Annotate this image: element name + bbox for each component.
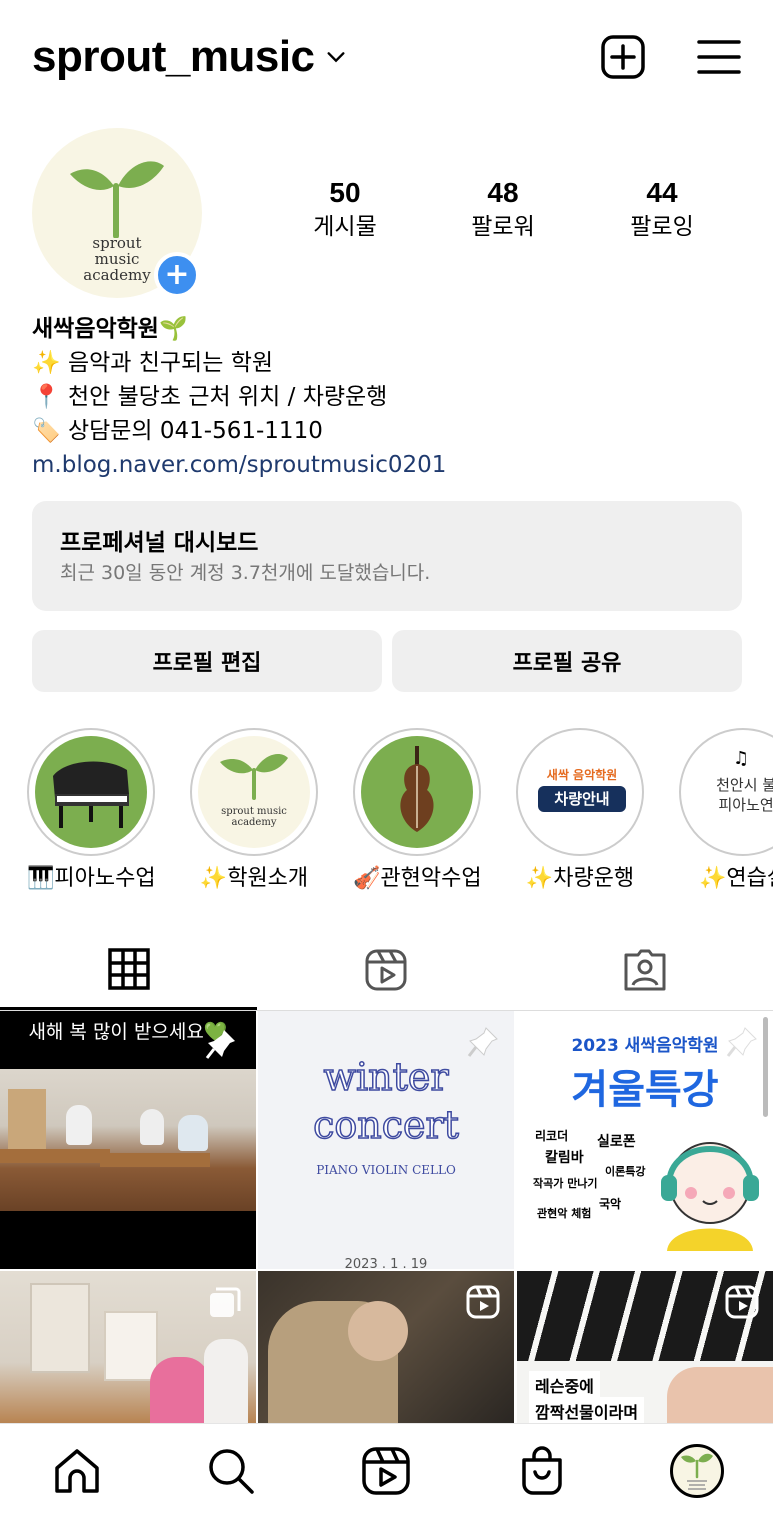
highlight-label: 🎹피아노수업 [27, 866, 156, 891]
highlight-practice-room[interactable]: ♫ 천안시 불당 피아노연습 ✨연습실 [679, 728, 773, 896]
child-with-headphones-illustration [661, 1142, 759, 1251]
profile-bio: 새싹음악학원🌱 ✨ 음악과 친구되는 학원 📍 천안 불당초 근처 위치 / 차… [32, 312, 446, 482]
bio-line: 📍 천안 불당초 근처 위치 / 차량운행 [32, 384, 388, 410]
post-caption: 레슨중에 [529, 1371, 600, 1399]
chevron-down-icon [326, 52, 345, 63]
highlight-piano[interactable]: 🎹피아노수업 [27, 728, 156, 896]
sprout-logo-icon [681, 1453, 713, 1490]
bio-line: 🏷️ 상담문의 041-561-1110 [32, 418, 323, 444]
highlight-label: 🎻관현악수업 [353, 866, 482, 891]
post-item: 칼림바 [545, 1150, 584, 1166]
shuttle-badge-sub: 차량안내 [538, 786, 626, 812]
reels-icon [466, 1285, 500, 1319]
highlight-label: ✨학원소개 [199, 866, 309, 891]
post-thumbnail[interactable]: 레슨중에 깜짝선물이라며 [517, 1271, 773, 1423]
dashboard-subtitle: 최근 30일 동안 계정 3.7천개에 도달했습니다. [60, 562, 431, 584]
grid-icon [107, 947, 150, 990]
post-item: 작곡가 만나기 [533, 1177, 598, 1190]
tagged-person-icon [624, 949, 665, 991]
post-date: 2023 . 1 . 19 [344, 1257, 428, 1269]
stat-followers[interactable]: 48 팔로워 [433, 176, 573, 244]
highlight-card-text: 천안시 불당 [716, 776, 773, 794]
professional-dashboard[interactable]: 프로페셔널 대시보드 최근 30일 동안 계정 3.7천개에 도달했습니다. [32, 501, 742, 611]
pin-icon [726, 1027, 757, 1057]
add-story-button[interactable]: + [154, 252, 200, 298]
reels-icon [365, 949, 406, 991]
post-item: 이론특강 [605, 1165, 646, 1178]
reels-icon[interactable] [361, 1446, 411, 1496]
post-thumbnail[interactable] [0, 1271, 256, 1423]
posts-grid: 새해 복 많이 받으세요💚 winter concert PIANO VIOLI… [0, 1011, 773, 1423]
highlight-card-text: 피아노연습 [718, 796, 773, 814]
highlight-logo-text: sprout music academy [221, 806, 287, 828]
profile-link[interactable]: m.blog.naver.com/sproutmusic0201 [32, 448, 446, 482]
edit-profile-button[interactable]: 프로필 편집 [32, 630, 382, 692]
post-thumbnail[interactable]: 2023 새싹음악학원 겨울특강 리코더 실로폰 칼림바 이론특강 작곡가 만나… [517, 1011, 773, 1269]
bottom-navigation [0, 1423, 773, 1515]
post-thumbnail[interactable] [258, 1271, 514, 1423]
highlight-strings[interactable]: 🎻관현악수업 [353, 728, 482, 896]
stat-following[interactable]: 44 팔로잉 [592, 176, 732, 244]
highlight-intro[interactable]: sprout music academy ✨학원소개 [190, 728, 318, 896]
bio-line: ✨ 음악과 친구되는 학원 [32, 350, 274, 376]
tab-reels[interactable] [257, 930, 514, 1010]
highlight-label: ✨연습실 [698, 866, 773, 891]
profile-nav-avatar[interactable] [670, 1444, 724, 1498]
pin-icon [467, 1027, 498, 1057]
post-item: 관현악 체험 [537, 1207, 592, 1220]
pin-icon [205, 1030, 235, 1059]
stat-posts[interactable]: 50 게시물 [275, 176, 415, 244]
sprout-logo-icon [220, 754, 288, 800]
menu-icon[interactable] [696, 34, 742, 80]
post-item: 리코더 [535, 1129, 569, 1143]
dashboard-title: 프로페셔널 대시보드 [60, 530, 259, 556]
highlight-label: ✨차량운행 [525, 866, 635, 891]
music-note-icon: ♫ [733, 748, 750, 769]
post-thumbnail[interactable]: 새해 복 많이 받으세요💚 [0, 1011, 256, 1269]
search-icon[interactable] [206, 1446, 256, 1496]
carousel-icon [210, 1287, 241, 1317]
add-post-icon[interactable] [600, 34, 646, 80]
post-title: concert [312, 1102, 459, 1148]
scrollbar[interactable] [763, 1017, 768, 1117]
post-thumbnail[interactable]: winter concert PIANO VIOLIN CELLO 2023 .… [258, 1011, 514, 1269]
tab-tagged[interactable] [516, 930, 773, 1010]
reels-icon [725, 1285, 759, 1319]
profile-tabs [0, 930, 773, 1010]
post-item: 실로폰 [597, 1134, 636, 1150]
post-item: 국악 [599, 1197, 622, 1211]
grand-piano-icon [53, 761, 129, 828]
highlight-shuttle[interactable]: 새싹 음악학원 차량안내 ✨차량운행 [516, 728, 644, 896]
top-bar: sprout_music [0, 0, 773, 115]
account-switcher[interactable]: sprout_music [32, 32, 347, 82]
shop-icon[interactable] [517, 1446, 567, 1496]
share-profile-button[interactable]: 프로필 공유 [392, 630, 742, 692]
username: sprout_music [32, 32, 315, 81]
post-caption: 깜짝선물이라며 [529, 1397, 645, 1423]
post-title: 겨울특강 [571, 1067, 719, 1113]
tab-grid[interactable] [0, 930, 257, 1010]
post-title: winter [323, 1054, 450, 1100]
cello-icon [400, 746, 434, 832]
sprout-logo-icon [70, 161, 164, 238]
home-icon[interactable] [52, 1446, 102, 1496]
profile-name: 새싹음악학원🌱 [32, 316, 188, 342]
shuttle-badge-title: 새싹 음악학원 [546, 768, 618, 782]
post-photo [0, 1069, 256, 1211]
post-subtitle: PIANO VIOLIN CELLO [316, 1163, 456, 1177]
